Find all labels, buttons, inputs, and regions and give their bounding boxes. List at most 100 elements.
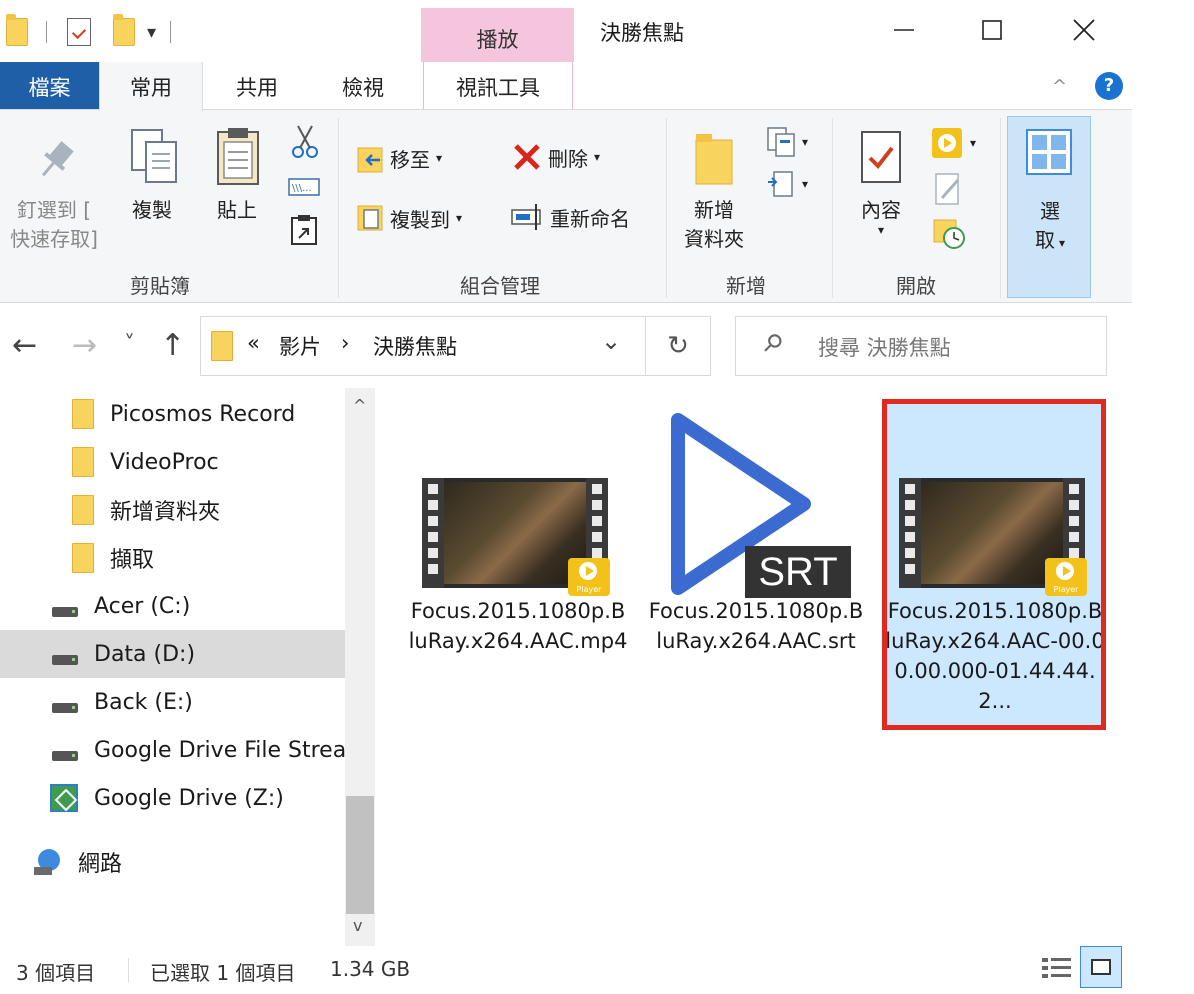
status-bar: 3 個項目 已選取 1 個項目 1.34 GB (0, 946, 1194, 994)
highlight-annotation-box (882, 399, 1106, 730)
nav-item-label: Google Drive (Z:) (94, 785, 284, 811)
breadcrumb-overflow[interactable]: « (247, 331, 260, 355)
nav-item-new-folder[interactable]: 新增資料夾 (0, 486, 345, 534)
collapse-ribbon-button[interactable]: ^ (1052, 76, 1067, 97)
open-player-icon (932, 128, 962, 158)
file-item-srt[interactable]: SRT Focus.2015.1080p.BluRay.x264.AAC.srt (646, 388, 866, 728)
file-item-mp4[interactable]: Player Focus.2015.1080p.BluRay.x264.AAC.… (408, 388, 628, 728)
edit-icon[interactable] (934, 172, 964, 206)
address-bar[interactable]: « 影片 › 決勝焦點 ⌄ (200, 316, 646, 376)
move-to-label: 移至 (390, 147, 430, 172)
properties-button[interactable]: 內容 ▾ (846, 196, 916, 237)
forward-button[interactable]: → (72, 328, 97, 363)
move-to-button[interactable]: 移至 ▾ (356, 142, 442, 174)
file-name: Focus.2015.1080p.BluRay.x264.AAC.srt (648, 599, 864, 653)
properties-label: 內容 (861, 198, 901, 222)
minimize-icon (894, 29, 914, 31)
tab-home[interactable]: 常用 (99, 62, 203, 111)
nav-item-network[interactable]: 網路 (0, 838, 345, 886)
nav-item-drive-d[interactable]: Data (D:) (0, 630, 345, 678)
up-button[interactable]: ↑ (160, 328, 185, 363)
tab-video-tools[interactable]: 視訊工具 (423, 62, 573, 110)
address-dropdown-button[interactable]: ⌄ (601, 327, 621, 355)
copy-button[interactable]: 複製 (122, 196, 182, 225)
group-label-open: 開啟 (896, 274, 936, 298)
folder-icon[interactable] (6, 14, 28, 46)
cut-scissors-icon[interactable] (290, 124, 320, 160)
close-button[interactable] (1062, 10, 1106, 50)
nav-item-drive-c[interactable]: Acer (C:) (0, 582, 345, 630)
tab-file[interactable]: 檔案 (0, 62, 99, 110)
selection-size: 1.34 GB (330, 957, 411, 981)
paste-icon (217, 128, 259, 185)
copy-to-label: 複製到 (390, 207, 450, 232)
delete-label: 刪除 (548, 146, 588, 171)
new-item-icon (767, 127, 795, 157)
new-folder-button[interactable]: 新增 資料夾 (676, 196, 752, 254)
breadcrumb-separator[interactable]: › (341, 331, 349, 355)
large-icons-view-button[interactable] (1080, 946, 1122, 988)
chevron-down-icon: ▾ (877, 223, 885, 237)
rename-button[interactable]: 重新命名 (510, 202, 630, 232)
new-folder-large-icon (695, 134, 733, 185)
details-view-button[interactable] (1040, 952, 1074, 986)
copy-path-icon[interactable]: \\\... (288, 176, 320, 198)
ribbon-tabs: 檔案 常用 共用 檢視 視訊工具 ^ ? (0, 62, 1194, 111)
folder-icon (211, 331, 233, 361)
nav-item-google-drive-file-stream[interactable]: Google Drive File Stream (0, 726, 345, 774)
help-button[interactable]: ? (1095, 72, 1123, 100)
delete-x-icon (514, 144, 540, 170)
customize-toolbar-dropdown[interactable]: ▾ (147, 22, 156, 43)
open-button[interactable]: ▾ (930, 126, 976, 160)
paste-shortcut-icon[interactable] (290, 214, 318, 246)
nav-scrollbar[interactable]: ^ v (345, 388, 375, 946)
tab-share[interactable]: 共用 (212, 62, 302, 110)
nav-item-drive-e[interactable]: Back (E:) (0, 678, 345, 726)
properties-check-icon[interactable] (67, 18, 91, 46)
delete-button[interactable]: 刪除 ▾ (512, 142, 600, 172)
tab-view[interactable]: 檢視 (322, 62, 404, 110)
group-divider (666, 118, 667, 298)
new-folder-label-line2: 資料夾 (684, 227, 744, 251)
back-button[interactable]: ← (12, 328, 37, 363)
folder-icon (72, 495, 94, 525)
nav-item-videoproc[interactable]: VideoProc (0, 438, 345, 486)
new-item-button[interactable]: ▾ (766, 126, 808, 158)
scroll-up-button[interactable]: ^ (353, 396, 366, 415)
group-divider (1000, 118, 1001, 298)
tab-play-context[interactable]: 播放 (421, 8, 574, 62)
search-box[interactable]: ⚲ 搜尋 決勝焦點 (735, 316, 1107, 376)
refresh-button[interactable]: ↻ (645, 316, 711, 376)
breadcrumb-videos[interactable]: 影片 (279, 331, 321, 361)
window-title: 決勝焦點 (600, 21, 684, 45)
search-icon: ⚲ (756, 326, 789, 360)
scroll-down-button[interactable]: v (353, 916, 362, 935)
pin-icon (41, 141, 74, 177)
copy-to-button[interactable]: 複製到 ▾ (356, 202, 462, 234)
title-bar: ▾ 播放 決勝焦點 (0, 0, 1194, 62)
srt-badge: SRT (745, 546, 851, 598)
new-folder-icon[interactable] (113, 14, 135, 46)
maximize-icon (982, 20, 1002, 40)
breadcrumb-current[interactable]: 決勝焦點 (373, 331, 457, 361)
maximize-button[interactable] (970, 10, 1014, 50)
new-folder-label-line1: 新增 (694, 198, 734, 222)
pin-quick-access-button[interactable]: 釘選到 [ 快速存取] (2, 196, 106, 254)
nav-item-picosmos-record[interactable]: Picosmos Record (0, 390, 345, 438)
nav-item-google-drive-z[interactable]: Google Drive (Z:) (0, 774, 345, 822)
group-divider (338, 118, 339, 298)
video-thumbnail (444, 482, 586, 584)
minimize-button[interactable] (882, 10, 926, 50)
history-icon[interactable] (932, 216, 966, 250)
select-label-line1: 選 (1040, 199, 1060, 223)
properties-icon (861, 131, 901, 183)
recent-locations-button[interactable]: ˅ (124, 332, 135, 357)
status-divider (128, 958, 129, 982)
select-button[interactable]: 選 取 ▾ (1007, 116, 1091, 298)
paste-button[interactable]: 貼上 (206, 196, 268, 225)
easy-access-button[interactable]: ▾ (766, 168, 808, 200)
scrollbar-thumb[interactable] (346, 796, 374, 914)
nav-item-capture[interactable]: 擷取 (0, 534, 345, 582)
nav-item-label: Back (E:) (94, 689, 193, 715)
large-icons-view-icon (1091, 959, 1111, 975)
